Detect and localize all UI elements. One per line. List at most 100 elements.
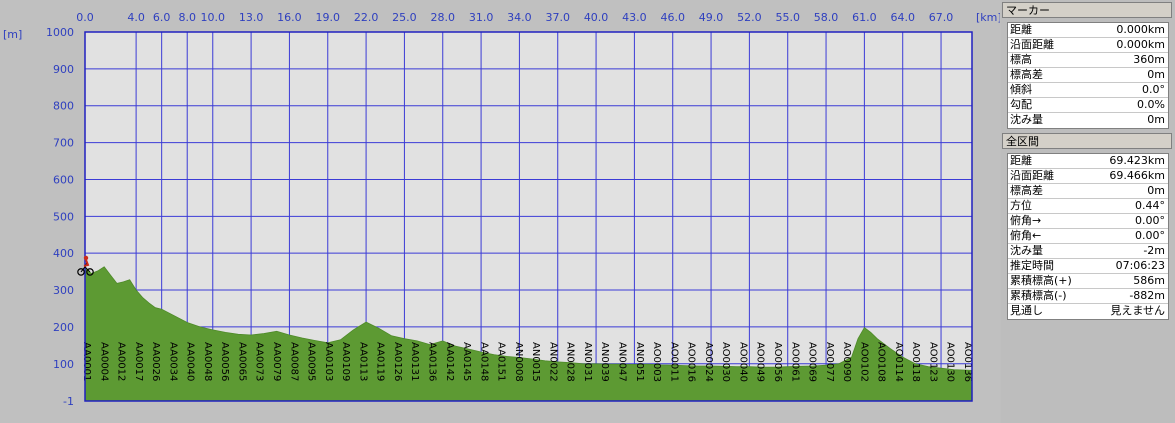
section-row: 推定時間 07:06:23 [1008,259,1168,274]
waypoint-label: AA0109 [340,342,351,381]
x-tick-label: 0.0 [76,11,94,24]
section-label: 見通し [1010,304,1043,317]
section-row: 累積標高(+) 586m [1008,274,1168,289]
waypoint-label: AA0065 [237,342,248,381]
section-value: -2m [1143,244,1165,257]
waypoint-label: AN0031 [582,342,593,382]
info-panel: マーカー 距離 0.000km 沿面距離 0.000km 標高 360m 標高差 0m 傾斜 0.… [1001,0,1175,423]
section-value: 07:06:23 [1115,259,1165,272]
marker-row: 傾斜 0.0° [1008,83,1168,98]
section-value: 586m [1133,274,1165,287]
waypoint-label: AA0012 [116,342,127,381]
marker-row: 標高 360m [1008,53,1168,68]
waypoint-label: AN0015 [530,342,541,382]
y-tick-label: 200 [53,321,74,334]
y-tick-label: 800 [53,100,74,113]
waypoint-label: AA0136 [427,342,438,381]
y-tick-label: 600 [53,173,74,186]
section-label: 距離 [1010,154,1032,167]
section-row: 距離 69.423km [1008,154,1168,169]
x-tick-label: 61.0 [852,11,877,24]
elevation-profile-chart[interactable]: 1000 900 800 700 600 500 400 300 200 100 -1 0.0 4.0 6… [0,0,1000,423]
x-unit-label: [km] [976,11,1000,24]
section-value: 0m [1147,184,1165,197]
x-tick-label: 34.0 [507,11,532,24]
waypoint-label: AA0079 [271,342,282,381]
y-tick-label: 100 [53,358,74,371]
waypoint-label: AA0131 [409,342,420,381]
marker-header: マーカー [1002,2,1172,18]
section-label: 沈み量 [1010,244,1043,257]
marker-label: 勾配 [1010,98,1032,111]
x-tick-label: 40.0 [584,11,609,24]
section-label: 累積標高(+) [1010,274,1072,287]
waypoint-label: AN0028 [565,342,576,382]
marker-row: 沈み量 0m [1008,113,1168,128]
y-tick-label: 300 [53,284,74,297]
x-tick-label: 25.0 [392,11,417,24]
waypoint-label: AA0151 [496,342,507,381]
x-tick-label: 64.0 [890,11,915,24]
waypoint-label: AO0040 [737,342,748,382]
waypoint-label: AA0119 [375,342,386,381]
x-tick-label: 22.0 [354,11,379,24]
x-tick-label: 49.0 [699,11,724,24]
x-tick-label: 67.0 [929,11,954,24]
elevation-chart-area[interactable]: 1000 900 800 700 600 500 400 300 200 100 -1 0.0 4.0 6… [0,0,1000,423]
x-tick-label: 31.0 [469,11,494,24]
waypoint-label: AA0048 [202,342,213,381]
section-label: 沿面距離 [1010,169,1054,182]
waypoint-label: AN0051 [634,342,645,382]
x-tick-label: 28.0 [430,11,455,24]
waypoint-label: AO0003 [651,342,662,382]
marker-label: 標高 [1010,53,1032,66]
x-tick-label: 4.0 [127,11,145,24]
x-tick-label: 43.0 [622,11,647,24]
x-tick-label: 46.0 [660,11,685,24]
section-value: 見えません [1110,304,1165,317]
x-tick-label: 8.0 [178,11,196,24]
marker-value: 0.000km [1116,23,1165,36]
waypoint-label: AO0123 [928,342,939,382]
marker-value: 0.0% [1137,98,1165,111]
y-tick-label: 1000 [46,26,74,39]
x-tick-label: 10.0 [201,11,226,24]
waypoint-label: AO0077 [824,342,835,382]
section-label: 推定時間 [1010,259,1054,272]
waypoint-label: AA0142 [444,342,455,381]
section-row: 俯角→ 0.00° [1008,214,1168,229]
waypoint-label: AA0087 [288,342,299,381]
marker-value: 360m [1133,53,1165,66]
waypoint-label: AO0056 [772,342,783,382]
marker-row: 距離 0.000km [1008,23,1168,38]
section-value: -882m [1129,289,1165,302]
section-value: 69.423km [1109,154,1165,167]
waypoint-label: AA0034 [167,342,178,381]
section-label: 標高差 [1010,184,1043,197]
marker-table: 距離 0.000km 沿面距離 0.000km 標高 360m 標高差 0m 傾斜 0.0° 勾配 0… [1007,22,1169,129]
y-tick-label: 700 [53,137,74,150]
x-tick-label: 58.0 [814,11,839,24]
marker-label: 沿面距離 [1010,38,1054,51]
marker-row: 標高差 0m [1008,68,1168,83]
section-header: 全区間 [1002,133,1172,149]
x-tick-label: 13.0 [239,11,264,24]
x-tick-label: 37.0 [545,11,570,24]
section-row: 沿面距離 69.466km [1008,169,1168,184]
waypoint-label: AA0056 [219,342,230,381]
x-tick-label: 19.0 [316,11,341,24]
marker-row: 沿面距離 0.000km [1008,38,1168,53]
marker-label: 標高差 [1010,68,1043,81]
section-value: 0.00° [1135,214,1165,227]
waypoint-label: AO0108 [876,342,887,382]
marker-label: 沈み量 [1010,113,1043,126]
section-row: 標高差 0m [1008,184,1168,199]
waypoint-label: AO0090 [841,342,852,382]
waypoint-label: AA0004 [98,342,109,381]
section-value: 0.44° [1135,199,1165,212]
marker-value: 0.000km [1116,38,1165,51]
marker-label: 距離 [1010,23,1032,36]
x-tick-label: 16.0 [277,11,302,24]
section-label: 俯角← [1010,229,1042,242]
waypoint-label: AN0022 [547,342,558,382]
